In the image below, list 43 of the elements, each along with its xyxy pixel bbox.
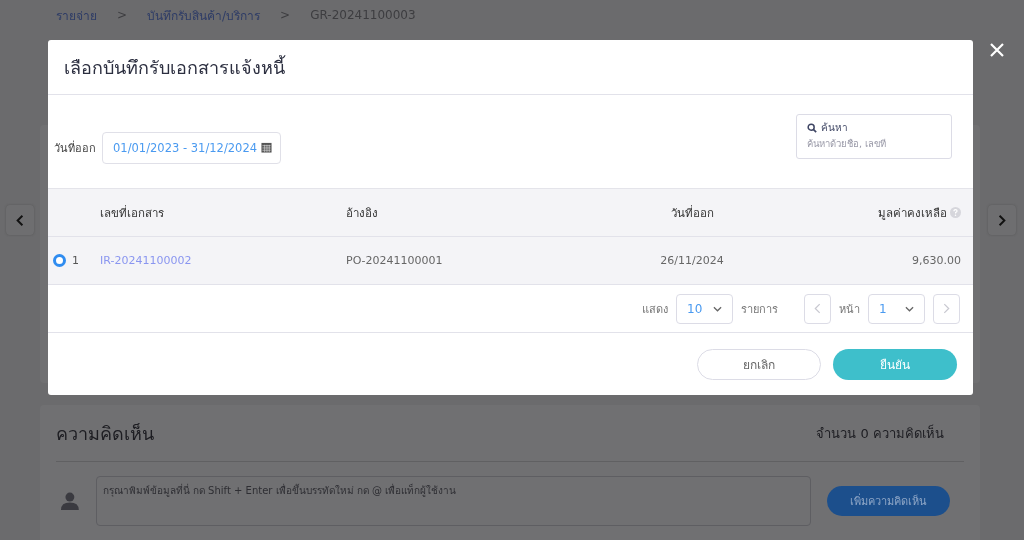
next-button[interactable] [988, 205, 1016, 235]
page-size-dropdown[interactable]: 10 [676, 293, 733, 324]
user-icon [60, 491, 80, 511]
close-icon [990, 43, 1004, 57]
chevron-right-icon [998, 213, 1006, 227]
page-dropdown[interactable]: 1 [868, 293, 925, 324]
row-radio-button[interactable] [53, 254, 66, 267]
table-cell-text: PO-20241100001 [346, 254, 444, 267]
close-button[interactable] [988, 41, 1006, 59]
previous-button[interactable] [6, 205, 34, 235]
chevron-left-icon [16, 213, 24, 227]
date-filter-label: วันที่ออก [54, 139, 96, 157]
breadcrumb-item[interactable]: รายจ่าย [56, 5, 97, 25]
table-cell-text: 26/11/2024 [659, 254, 725, 267]
breadcrumb-separator: > [117, 8, 128, 22]
confirm-button[interactable]: ยืนยัน [833, 348, 957, 380]
document-link[interactable]: IR-20241100002 [100, 254, 346, 267]
column-header: มูลค่าคงเหลือ [878, 204, 947, 222]
calendar-icon [261, 142, 273, 153]
comment-input[interactable]: กรุณาพิมพ์ข้อมูลที่นี่ กด Shift + Enter เพื่อขึ้นบรรทัดใหม่ กด @ เพื่อแท็กผู้ใช้งาน [95, 476, 812, 526]
modal-title: เลือกบันทึกรับเอกสารแจ้งหนี้ [64, 54, 285, 80]
items-label: รายการ [741, 301, 778, 318]
column-header: อ้างอิง [346, 204, 379, 222]
column-header: วันที่ออก [669, 204, 715, 222]
chevron-right-icon [943, 303, 950, 314]
comments-count: จำนวน 0 ความคิดเห็น [816, 423, 944, 443]
search-label: ค้นหา [821, 121, 848, 135]
help-icon [950, 207, 961, 218]
chevron-down-icon [713, 305, 722, 312]
cancel-button[interactable]: ยกเลิก [697, 348, 821, 380]
column-header: เลขที่เอกสาร [100, 204, 165, 222]
chevron-down-icon [905, 305, 914, 312]
page-label: หน้า [839, 301, 860, 318]
chevron-left-icon [814, 303, 821, 314]
date-range-field[interactable]: 01/01/2023 - 31/12/2024 [102, 131, 282, 164]
comments-title: ความคิดเห็น [56, 421, 154, 446]
breadcrumb-separator: > [280, 8, 291, 22]
table-cell-text: 9,630.00 [911, 254, 961, 267]
show-label: แสดง [642, 301, 668, 318]
add-comment-button[interactable]: เพิ่มความคิดเห็น [827, 486, 950, 516]
row-number: 1 [72, 254, 79, 267]
breadcrumb-item[interactable]: บันทึกรับสินค้า/บริการ [147, 5, 261, 25]
search-icon [807, 122, 817, 133]
